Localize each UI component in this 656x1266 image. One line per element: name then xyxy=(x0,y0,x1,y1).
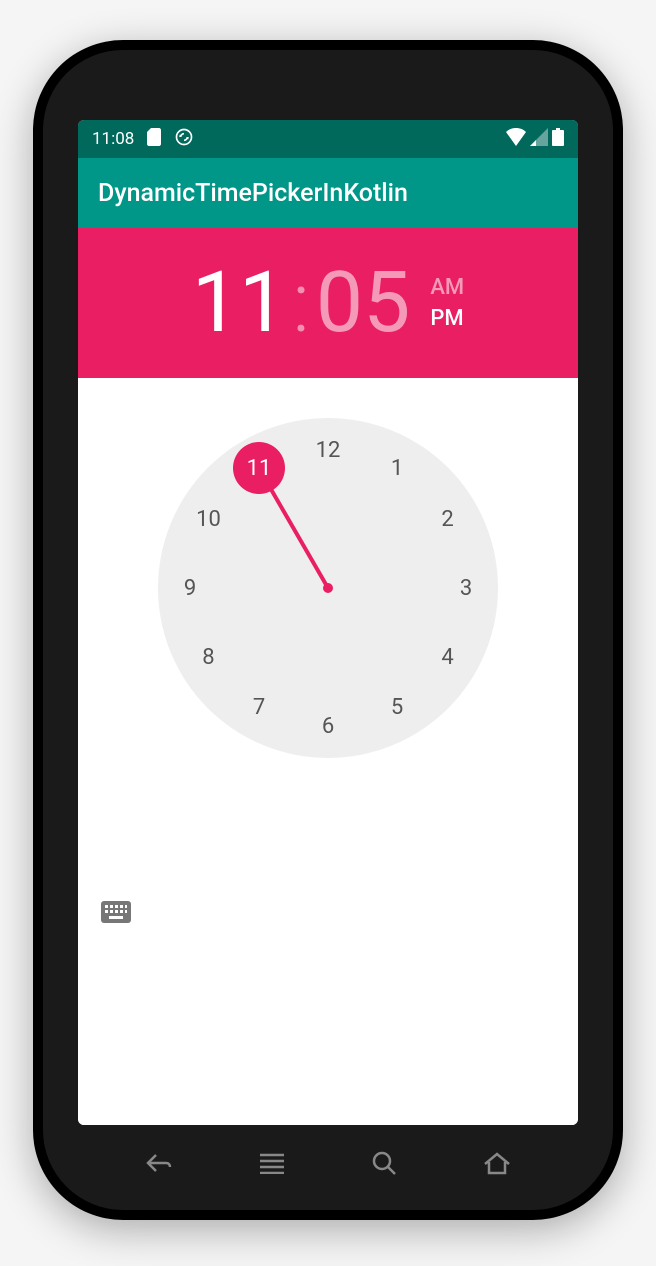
phone-inner: 11:08 xyxy=(43,50,613,1210)
status-time: 11:08 xyxy=(92,129,134,149)
wifi-icon xyxy=(506,128,526,151)
keyboard-input-icon[interactable] xyxy=(98,894,134,930)
clock-hour-10[interactable]: 10 xyxy=(188,499,228,539)
search-button[interactable] xyxy=(367,1146,401,1180)
clock-hour-1[interactable]: 1 xyxy=(377,448,417,488)
clock-hour-9[interactable]: 9 xyxy=(170,568,210,608)
clock-hour-7[interactable]: 7 xyxy=(239,688,279,728)
battery-icon xyxy=(552,128,564,151)
back-button[interactable] xyxy=(142,1146,176,1180)
no-updates-icon xyxy=(174,127,194,152)
am-option[interactable]: AM xyxy=(430,275,464,300)
status-left: 11:08 xyxy=(92,127,194,152)
pm-option[interactable]: PM xyxy=(430,306,464,331)
app-bar: DynamicTimePickerInKotlin xyxy=(78,158,578,228)
clock-hour-4[interactable]: 4 xyxy=(428,637,468,677)
clock-hour-selected[interactable]: 11 xyxy=(233,442,285,494)
clock-hour-5[interactable]: 5 xyxy=(377,688,417,728)
signal-icon xyxy=(530,128,548,151)
ampm-toggle: AM PM xyxy=(430,275,464,331)
clock-area: 12 12 3 45678 9 1011 xyxy=(78,378,578,1125)
nav-bar xyxy=(43,1146,613,1180)
status-right xyxy=(506,128,564,151)
clock-hour-8[interactable]: 8 xyxy=(188,637,228,677)
minute-value[interactable]: 05 xyxy=(316,261,410,345)
app-title: DynamicTimePickerInKotlin xyxy=(98,179,408,208)
time-header: 11 : 05 AM PM xyxy=(78,228,578,378)
screen: 11:08 xyxy=(78,120,578,1125)
clock-hour-6[interactable]: 6 xyxy=(308,706,348,746)
sd-card-icon xyxy=(146,128,162,151)
clock-hour-12[interactable]: 12 xyxy=(308,430,348,470)
clock-hour-3[interactable]: 3 xyxy=(446,568,486,608)
time-display: 11 : 05 AM PM xyxy=(192,261,464,345)
home-button[interactable] xyxy=(480,1146,514,1180)
status-bar: 11:08 xyxy=(78,120,578,158)
clock-center xyxy=(323,583,333,593)
clock-face[interactable]: 12 12 3 45678 9 1011 xyxy=(158,418,498,758)
menu-button[interactable] xyxy=(255,1146,289,1180)
phone-frame: 11:08 xyxy=(33,40,623,1220)
hour-value[interactable]: 11 xyxy=(192,261,286,345)
time-colon: : xyxy=(292,261,310,345)
clock-hour-2[interactable]: 2 xyxy=(428,499,468,539)
